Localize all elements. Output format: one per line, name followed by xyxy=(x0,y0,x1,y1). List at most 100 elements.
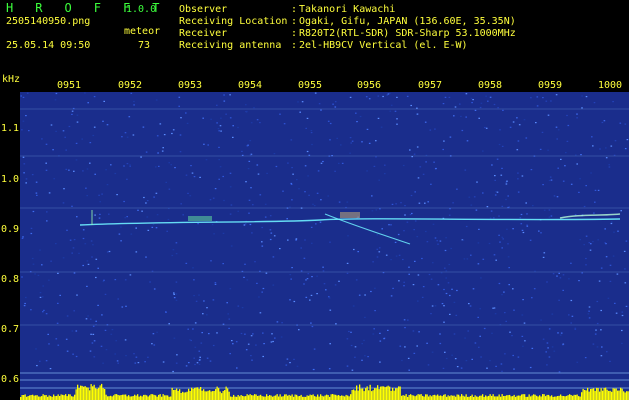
noise-speck xyxy=(216,104,218,106)
noise-speck xyxy=(506,228,508,230)
noise-speck xyxy=(437,243,439,245)
noise-speck xyxy=(500,174,503,176)
noise-speck xyxy=(172,370,174,373)
noise-speck xyxy=(104,329,107,331)
signal-level-bar xyxy=(480,395,482,400)
signal-level-bar xyxy=(110,395,112,400)
signal-level-bar xyxy=(60,394,62,400)
signal-level-bar xyxy=(311,395,313,400)
signal-level-bar xyxy=(522,394,524,400)
noise-speck xyxy=(187,192,189,194)
noise-speck xyxy=(445,237,447,239)
noise-speck xyxy=(94,173,96,175)
noise-speck xyxy=(437,284,440,286)
signal-level-bar xyxy=(261,396,263,400)
noise-speck xyxy=(426,241,429,243)
noise-speck xyxy=(223,94,225,96)
noise-speck xyxy=(593,102,596,104)
signal-level-bar xyxy=(266,394,268,400)
signal-level-bar xyxy=(354,390,356,400)
noise-speck xyxy=(594,333,597,335)
signal-level-bar xyxy=(408,395,410,400)
noise-speck xyxy=(416,146,419,148)
noise-speck xyxy=(256,164,259,166)
signal-level-bar xyxy=(270,395,272,400)
noise-speck xyxy=(232,136,234,138)
noise-speck xyxy=(71,113,73,115)
noise-speck xyxy=(440,272,443,274)
noise-speck xyxy=(193,357,195,359)
noise-speck xyxy=(41,296,44,298)
signal-level-bar xyxy=(339,396,341,400)
noise-speck xyxy=(421,296,424,298)
noise-speck xyxy=(506,180,508,182)
noise-speck xyxy=(317,170,320,172)
noise-speck xyxy=(379,361,381,363)
noise-speck xyxy=(135,356,138,358)
signal-level-bar xyxy=(204,391,206,400)
noise-speck xyxy=(478,346,480,348)
noise-speck xyxy=(329,241,331,243)
noise-speck xyxy=(306,117,309,119)
noise-speck xyxy=(273,235,276,237)
noise-speck xyxy=(462,239,465,241)
noise-speck xyxy=(370,290,372,293)
signal-level-bar xyxy=(74,394,76,400)
noise-speck xyxy=(560,158,562,160)
noise-speck xyxy=(22,156,25,158)
signal-level-bar xyxy=(509,394,511,400)
noise-speck xyxy=(511,335,513,337)
noise-speck xyxy=(301,101,304,103)
noise-speck xyxy=(593,212,595,214)
noise-speck xyxy=(240,332,243,335)
signal-level-bar xyxy=(98,387,100,400)
noise-speck xyxy=(499,129,501,131)
noise-speck xyxy=(501,145,504,147)
noise-speck xyxy=(468,303,470,305)
signal-level-bar xyxy=(422,395,424,400)
noise-speck xyxy=(55,92,58,95)
signal-level-bar xyxy=(363,391,365,400)
noise-speck xyxy=(102,362,104,364)
noise-speck xyxy=(118,233,121,235)
noise-speck xyxy=(484,126,486,129)
noise-speck xyxy=(71,110,74,112)
noise-speck xyxy=(576,117,578,119)
noise-speck xyxy=(295,239,297,241)
signal-level-bar xyxy=(173,390,175,400)
noise-speck xyxy=(43,309,45,311)
noise-speck xyxy=(155,227,158,229)
noise-speck xyxy=(426,342,428,344)
signal-level-bar xyxy=(150,394,152,400)
noise-speck xyxy=(152,223,155,226)
noise-speck xyxy=(237,126,239,129)
noise-speck xyxy=(297,101,299,103)
signal-level-bar xyxy=(543,394,545,400)
noise-speck xyxy=(489,360,491,362)
noise-speck xyxy=(310,322,312,324)
noise-speck xyxy=(22,96,25,98)
noise-speck xyxy=(293,358,295,360)
noise-speck xyxy=(494,313,497,315)
signal-level-bar xyxy=(153,394,155,400)
noise-speck xyxy=(482,192,484,194)
noise-speck xyxy=(600,329,602,331)
noise-speck xyxy=(192,328,194,330)
signal-level-bar xyxy=(44,395,46,400)
noise-speck xyxy=(466,140,469,142)
noise-speck xyxy=(413,352,416,354)
noise-speck xyxy=(547,149,549,151)
noise-speck xyxy=(299,111,301,113)
noise-speck xyxy=(447,282,450,284)
signal-level-bar xyxy=(336,395,338,400)
noise-speck xyxy=(376,248,379,250)
noise-speck xyxy=(249,140,252,142)
noise-speck xyxy=(322,160,324,163)
signal-level-bar xyxy=(380,386,382,400)
signal-level-bar xyxy=(566,395,568,400)
noise-speck xyxy=(264,216,267,218)
noise-speck xyxy=(95,276,97,279)
noise-speck xyxy=(351,140,354,142)
signal-level-bar xyxy=(99,385,101,400)
noise-speck xyxy=(375,140,377,142)
